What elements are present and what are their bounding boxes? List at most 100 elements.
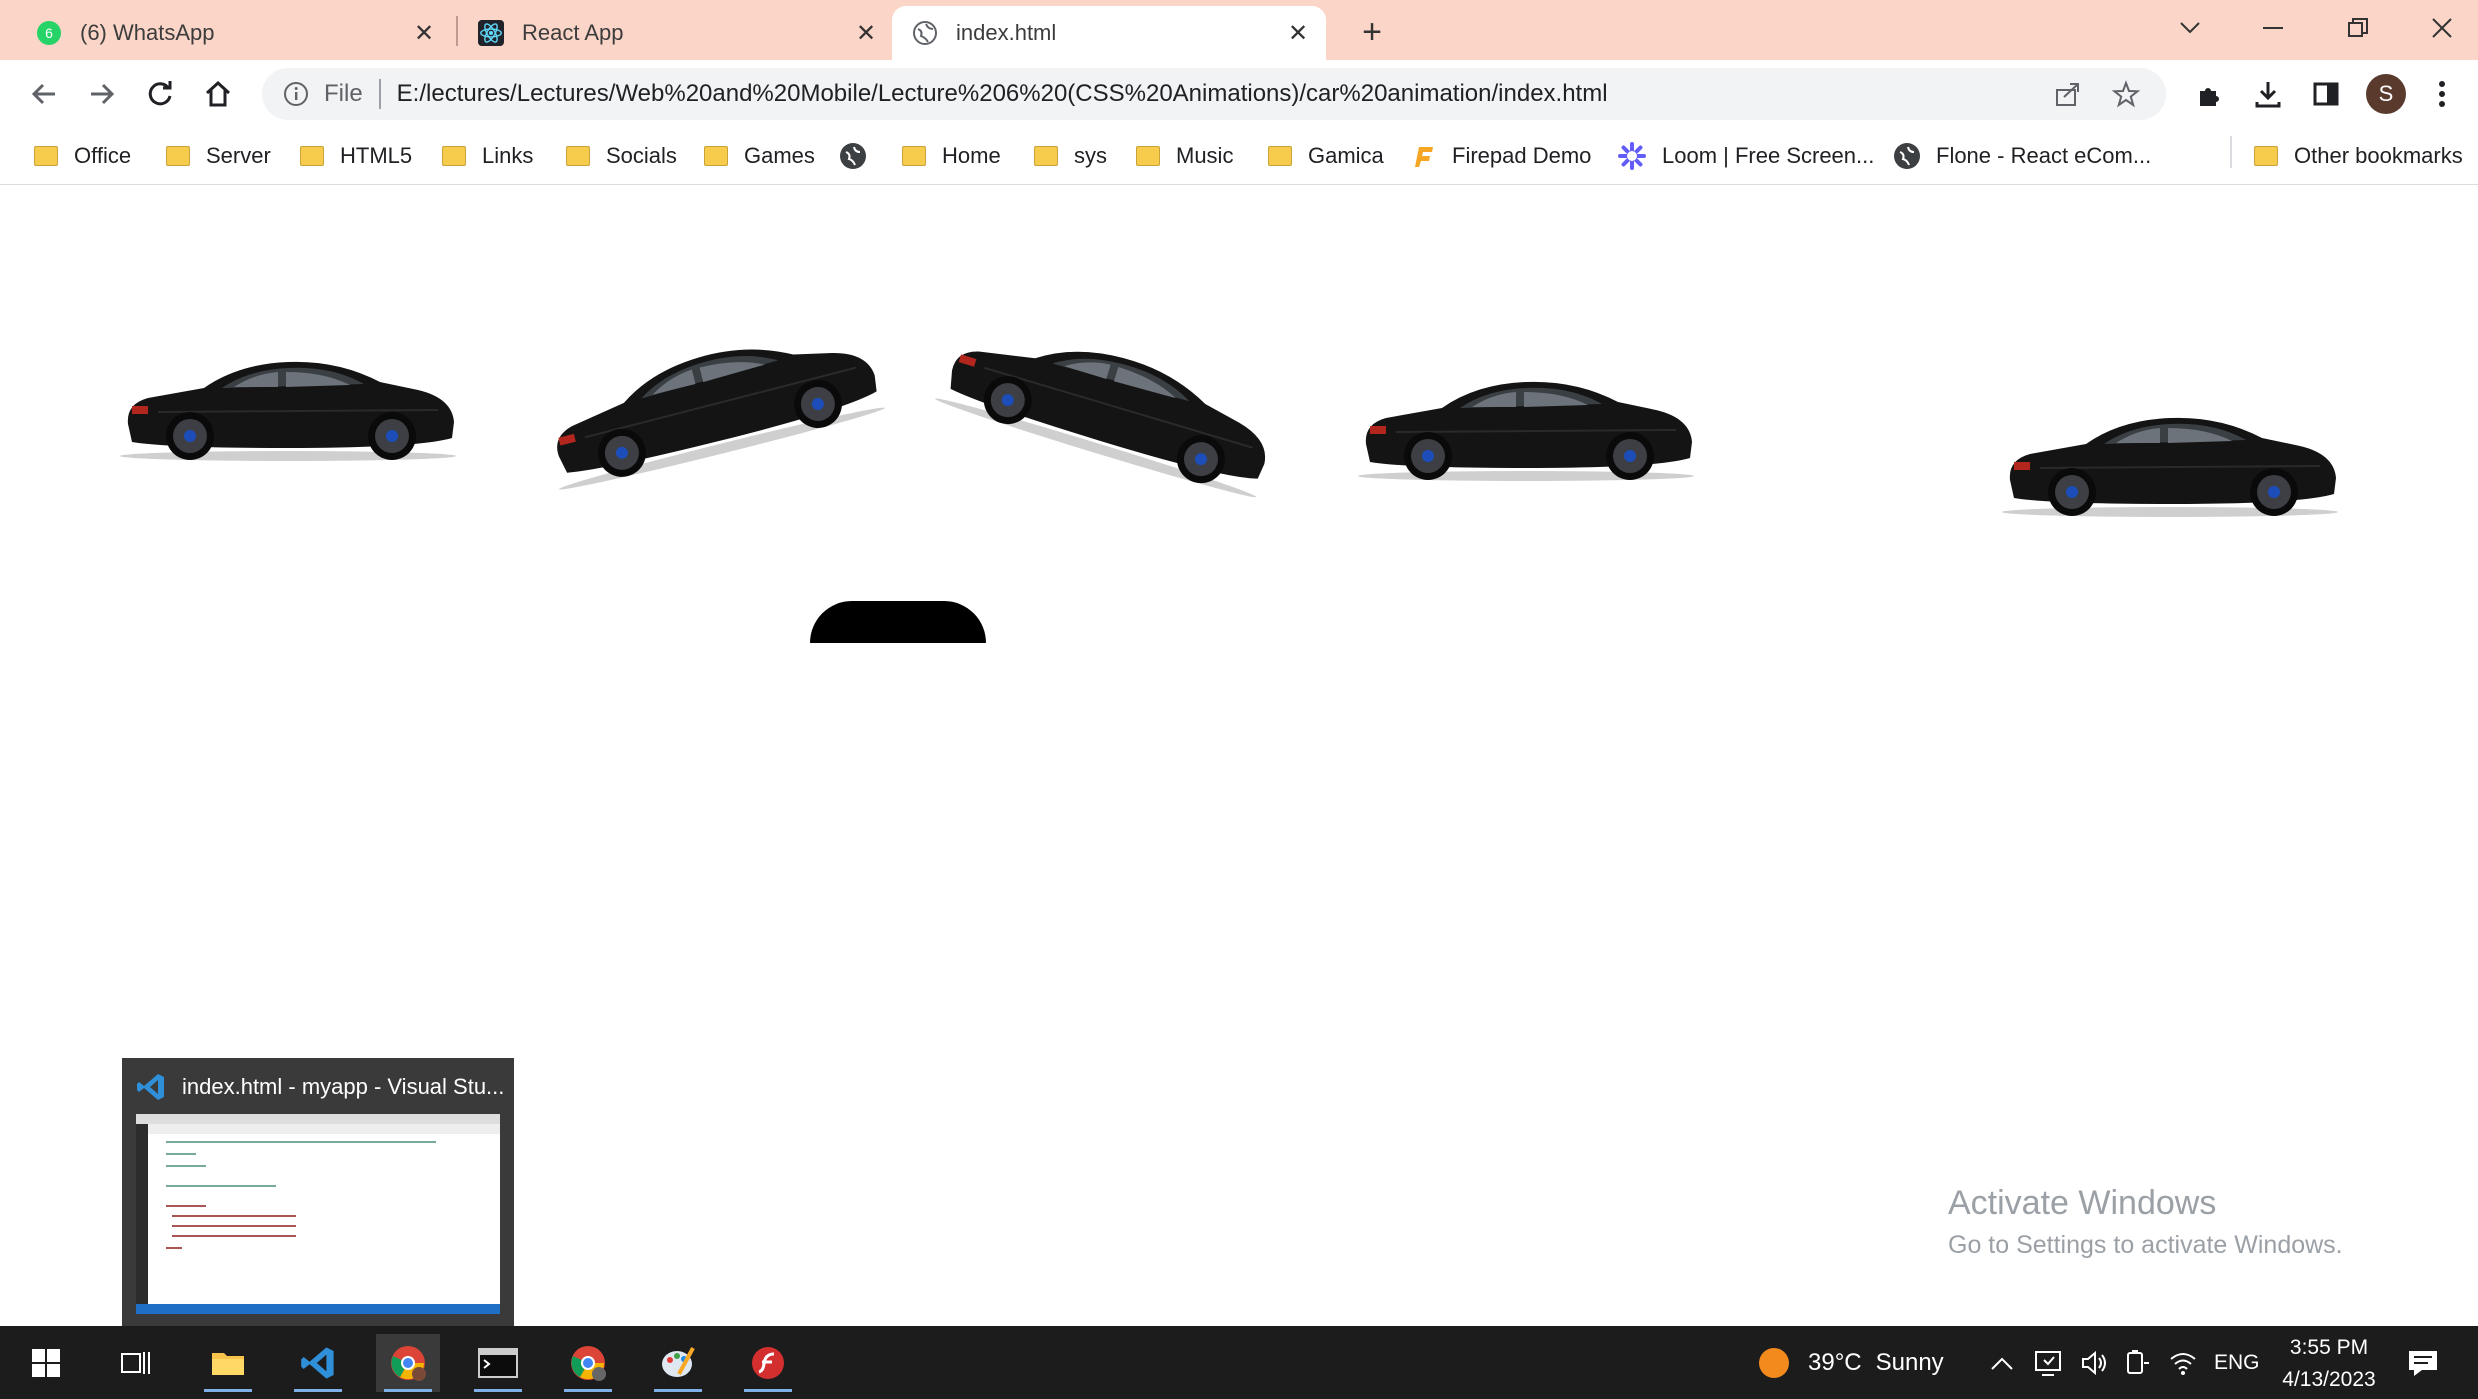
system-clock[interactable]: 3:55 PM 4/13/2023: [2264, 1332, 2394, 1396]
bookmark-sys[interactable]: sys: [1034, 140, 1107, 172]
clock-date: 4/13/2023: [2282, 1368, 2376, 1391]
forward-icon[interactable]: [80, 72, 124, 116]
sun-icon: [1756, 1345, 1792, 1381]
folder-icon: [34, 146, 58, 166]
clock-time: 3:55 PM: [2289, 1336, 2369, 1359]
whatsapp-icon: 6: [36, 20, 62, 46]
bookmark-label: Other bookmarks: [2294, 143, 2463, 168]
bookmark-firepad-demo[interactable]: Firepad Demo: [1410, 140, 1591, 172]
network-status-icon[interactable]: [2034, 1326, 2064, 1399]
bookmark-music[interactable]: Music: [1136, 140, 1233, 172]
folder-icon: [166, 146, 190, 166]
bookmark-gamica[interactable]: Gamica: [1268, 140, 1384, 172]
react-icon: [478, 20, 504, 46]
bookmark-office[interactable]: Office: [34, 140, 131, 172]
globe-icon: [840, 143, 866, 169]
bookmark-home[interactable]: Home: [902, 140, 1001, 172]
notifications-icon[interactable]: [2406, 1326, 2440, 1399]
address-bar[interactable]: File E:/lectures/Lectures/Web%20and%20Mo…: [262, 68, 2166, 120]
extensions-icon[interactable]: [2188, 72, 2232, 116]
semicircle-shape: [810, 601, 986, 643]
terminal-taskbar-icon[interactable]: [466, 1334, 530, 1392]
bookmark-games[interactable]: Games: [704, 140, 815, 172]
watermark-title: Activate Windows: [1948, 1184, 2217, 1222]
tab-whatsapp[interactable]: 6 (6) WhatsApp ✕: [0, 6, 452, 60]
folder-icon: [1268, 146, 1292, 166]
download-icon[interactable]: [2246, 72, 2290, 116]
activate-windows-watermark: Activate Windows Go to Settings to activ…: [1948, 1184, 2343, 1260]
car-image: [931, 299, 1288, 504]
file-explorer-icon[interactable]: [196, 1334, 260, 1392]
tab-index-html[interactable]: index.html ✕: [892, 6, 1326, 60]
share-icon[interactable]: [2052, 78, 2084, 110]
bookmarks-separator: [2230, 136, 2232, 168]
task-view-icon[interactable]: [104, 1334, 168, 1392]
battery-icon[interactable]: [2124, 1326, 2150, 1399]
bookmark-links[interactable]: Links: [442, 140, 533, 172]
watermark-subtitle: Go to Settings to activate Windows.: [1948, 1231, 2343, 1259]
bookmark-label: Links: [482, 143, 534, 168]
back-icon[interactable]: [22, 72, 66, 116]
car-image: [532, 307, 889, 496]
address-divider: [378, 79, 381, 109]
flash-taskbar-icon[interactable]: [736, 1334, 800, 1392]
menu-icon[interactable]: [2420, 72, 2464, 116]
tab-separator: [456, 16, 458, 46]
folder-icon: [300, 146, 324, 166]
close-window-button[interactable]: [2420, 8, 2464, 48]
close-icon[interactable]: ✕: [850, 17, 882, 49]
bookmark-label: Server: [206, 143, 271, 168]
folder-icon: [442, 146, 466, 166]
weather-description: Sunny: [1875, 1348, 1944, 1376]
restore-button[interactable]: [2336, 8, 2380, 48]
tab-react-app[interactable]: React App ✕: [462, 6, 894, 60]
windows-start-icon[interactable]: [14, 1334, 78, 1392]
vscode-icon: [136, 1072, 166, 1102]
volume-icon[interactable]: [2080, 1326, 2110, 1399]
car-image: [1356, 372, 1696, 482]
bookmark-socials[interactable]: Socials: [566, 140, 677, 172]
paint-taskbar-icon[interactable]: [646, 1334, 710, 1392]
chrome-profile-taskbar-icon[interactable]: [556, 1334, 620, 1392]
chrome-taskbar-icon[interactable]: [376, 1334, 440, 1392]
preview-title: index.html - myapp - Visual Stu...: [182, 1074, 505, 1099]
folder-icon: [2254, 146, 2278, 166]
bookmark-label: Gamica: [1308, 143, 1384, 168]
bookmark-label: Socials: [606, 143, 677, 168]
profile-avatar[interactable]: S: [2366, 74, 2406, 114]
url-text[interactable]: E:/lectures/Lectures/Web%20and%20Mobile/…: [397, 80, 1608, 108]
weather-temperature: 39°C: [1808, 1348, 1862, 1376]
bookmark-label: Office: [74, 143, 132, 168]
new-tab-button[interactable]: +: [1352, 12, 1392, 52]
side-panel-icon[interactable]: [2304, 72, 2348, 116]
other-bookmarks[interactable]: Other bookmarks: [2254, 140, 2463, 172]
show-hidden-icons-button[interactable]: [1990, 1326, 2014, 1399]
home-icon[interactable]: [196, 72, 240, 116]
bookmark-server[interactable]: Server: [166, 140, 271, 172]
bookmark-globe[interactable]: [840, 140, 882, 172]
bookmark-flone[interactable]: Flone - React eCom...: [1894, 140, 2151, 172]
bookmark-loom[interactable]: Loom | Free Screen...: [1618, 140, 1874, 172]
close-icon[interactable]: ✕: [408, 17, 440, 49]
bookmark-label: Home: [942, 143, 1001, 168]
info-icon[interactable]: [282, 80, 310, 108]
star-icon[interactable]: [2110, 78, 2142, 110]
loom-icon: [1618, 142, 1646, 170]
bookmark-label: Games: [744, 143, 815, 168]
weather-widget[interactable]: 39°C Sunny: [1756, 1326, 1944, 1399]
wifi-icon[interactable]: [2168, 1326, 2198, 1399]
bookmark-label: Firepad Demo: [1452, 143, 1592, 168]
folder-icon: [704, 146, 728, 166]
bookmark-label: Flone - React eCom...: [1936, 143, 2152, 168]
language-indicator[interactable]: ENG: [2214, 1326, 2260, 1399]
folder-icon: [1034, 146, 1058, 166]
tab-title: React App: [522, 20, 624, 45]
bookmark-label: sys: [1074, 143, 1107, 168]
bookmark-html5[interactable]: HTML5: [300, 140, 412, 172]
tab-search-icon[interactable]: [2168, 8, 2212, 48]
close-icon[interactable]: ✕: [1282, 17, 1314, 49]
reload-icon[interactable]: [138, 72, 182, 116]
minimize-button[interactable]: [2252, 8, 2296, 48]
taskbar-window-preview[interactable]: index.html - myapp - Visual Stu...: [122, 1058, 514, 1326]
vscode-taskbar-icon[interactable]: [286, 1334, 350, 1392]
